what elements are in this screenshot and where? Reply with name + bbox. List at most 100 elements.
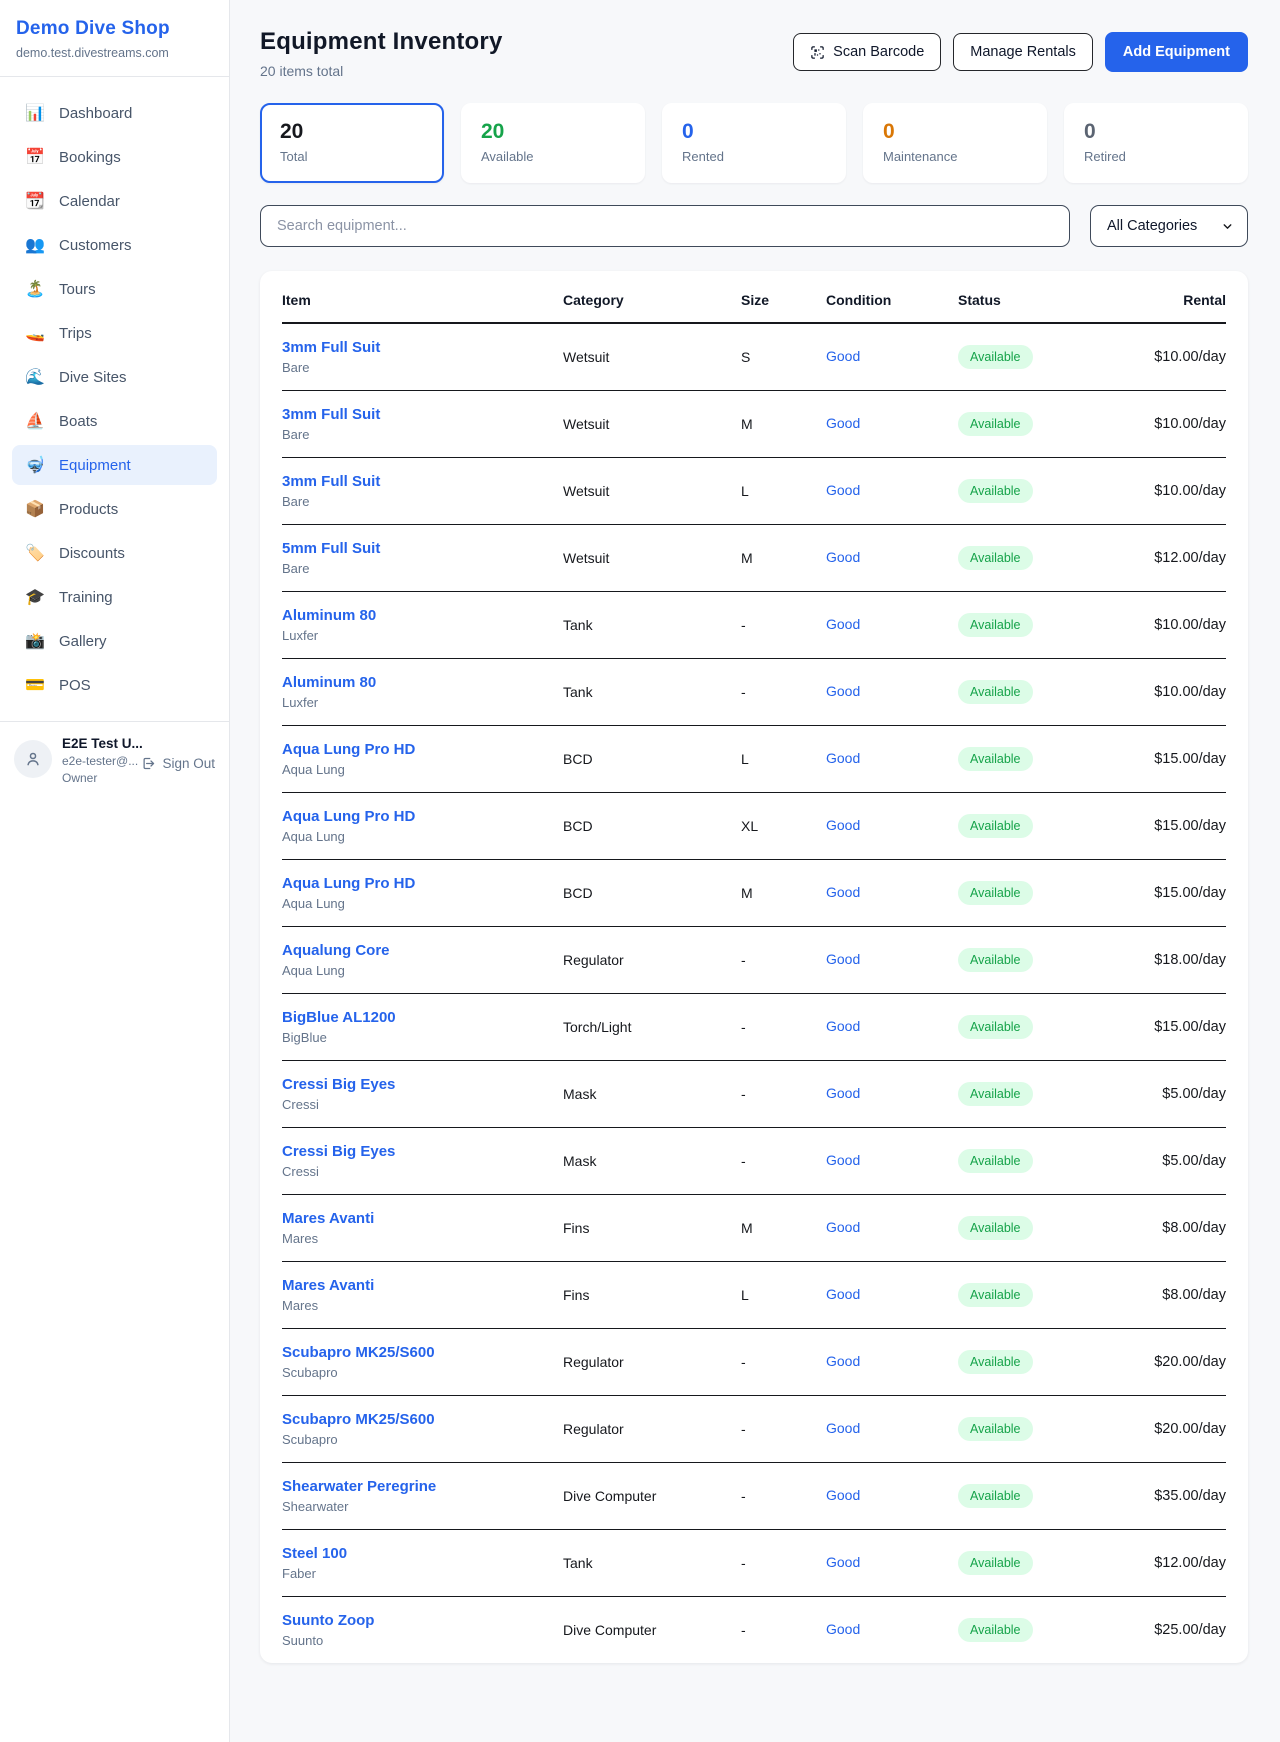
column-header-item[interactable]: Item xyxy=(282,271,563,323)
condition-link[interactable]: Good xyxy=(826,1018,860,1034)
condition-link[interactable]: Good xyxy=(826,1621,860,1637)
condition-link[interactable]: Good xyxy=(826,348,860,364)
item-name-link[interactable]: Mares Avanti xyxy=(282,1277,563,1294)
size-cell: L xyxy=(741,1262,826,1329)
stat-card-rented[interactable]: 0Rented xyxy=(662,103,846,183)
sidebar-item-dive-sites[interactable]: 🌊Dive Sites xyxy=(12,357,217,397)
sidebar-item-pos[interactable]: 💳POS xyxy=(12,665,217,705)
stat-card-available[interactable]: 20Available xyxy=(461,103,645,183)
condition-link[interactable]: Good xyxy=(826,1085,860,1101)
barcode-scan-icon xyxy=(810,45,825,60)
sidebar-item-bookings[interactable]: 📅Bookings xyxy=(12,137,217,177)
condition-link[interactable]: Good xyxy=(826,1487,860,1503)
item-name-link[interactable]: 3mm Full Suit xyxy=(282,339,563,356)
condition-link[interactable]: Good xyxy=(826,549,860,565)
training-icon: 🎓 xyxy=(24,587,46,607)
sidebar-item-trips[interactable]: 🚤Trips xyxy=(12,313,217,353)
table-row[interactable]: Suunto ZoopSuuntoDive Computer-GoodAvail… xyxy=(282,1597,1226,1664)
item-name-link[interactable]: Scubapro MK25/S600 xyxy=(282,1344,563,1361)
table-row[interactable]: Mares AvantiMaresFinsLGoodAvailable$8.00… xyxy=(282,1262,1226,1329)
sidebar-item-calendar[interactable]: 📆Calendar xyxy=(12,181,217,221)
table-row[interactable]: Aqua Lung Pro HDAqua LungBCDMGoodAvailab… xyxy=(282,860,1226,927)
column-header-status[interactable]: Status xyxy=(958,271,1141,323)
table-row[interactable]: Aqualung CoreAqua LungRegulator-GoodAvai… xyxy=(282,927,1226,994)
item-name-link[interactable]: 3mm Full Suit xyxy=(282,406,563,423)
condition-link[interactable]: Good xyxy=(826,750,860,766)
item-name-link[interactable]: Aqua Lung Pro HD xyxy=(282,875,563,892)
sidebar-item-customers[interactable]: 👥Customers xyxy=(12,225,217,265)
item-name-link[interactable]: Cressi Big Eyes xyxy=(282,1143,563,1160)
item-brand: Bare xyxy=(282,360,563,375)
table-row[interactable]: Scubapro MK25/S600ScubaproRegulator-Good… xyxy=(282,1396,1226,1463)
category-cell: Fins xyxy=(563,1195,741,1262)
table-row[interactable]: Cressi Big EyesCressiMask-GoodAvailable$… xyxy=(282,1061,1226,1128)
condition-link[interactable]: Good xyxy=(826,1152,860,1168)
table-row[interactable]: Aqua Lung Pro HDAqua LungBCDLGoodAvailab… xyxy=(282,726,1226,793)
condition-link[interactable]: Good xyxy=(826,1353,860,1369)
table-row[interactable]: Scubapro MK25/S600ScubaproRegulator-Good… xyxy=(282,1329,1226,1396)
scan-barcode-button[interactable]: Scan Barcode xyxy=(793,33,941,71)
manage-rentals-button[interactable]: Manage Rentals xyxy=(953,33,1093,71)
category-filter-select[interactable]: All Categories xyxy=(1090,205,1248,247)
item-name-link[interactable]: Steel 100 xyxy=(282,1545,563,1562)
condition-link[interactable]: Good xyxy=(826,683,860,699)
sign-out-button[interactable]: Sign Out xyxy=(141,756,215,771)
sidebar-item-gallery[interactable]: 📸Gallery xyxy=(12,621,217,661)
item-name-link[interactable]: Aqua Lung Pro HD xyxy=(282,741,563,758)
sidebar-item-equipment[interactable]: 🤿Equipment xyxy=(12,445,217,485)
table-row[interactable]: Aqua Lung Pro HDAqua LungBCDXLGoodAvaila… xyxy=(282,793,1226,860)
brand-name[interactable]: Demo Dive Shop xyxy=(16,18,213,40)
item-name-link[interactable]: Suunto Zoop xyxy=(282,1612,563,1629)
condition-link[interactable]: Good xyxy=(826,1286,860,1302)
condition-link[interactable]: Good xyxy=(826,951,860,967)
table-row[interactable]: 3mm Full SuitBareWetsuitSGoodAvailable$1… xyxy=(282,323,1226,391)
condition-link[interactable]: Good xyxy=(826,1219,860,1235)
stat-card-retired[interactable]: 0Retired xyxy=(1064,103,1248,183)
item-name-link[interactable]: Aqualung Core xyxy=(282,942,563,959)
condition-link[interactable]: Good xyxy=(826,1420,860,1436)
sidebar-item-products[interactable]: 📦Products xyxy=(12,489,217,529)
sidebar-item-boats[interactable]: ⛵Boats xyxy=(12,401,217,441)
table-row[interactable]: Aluminum 80LuxferTank-GoodAvailable$10.0… xyxy=(282,592,1226,659)
item-name-link[interactable]: Aluminum 80 xyxy=(282,674,563,691)
add-equipment-button[interactable]: Add Equipment xyxy=(1105,32,1248,72)
table-row[interactable]: 3mm Full SuitBareWetsuitLGoodAvailable$1… xyxy=(282,458,1226,525)
column-header-rental[interactable]: Rental xyxy=(1141,271,1226,323)
condition-link[interactable]: Good xyxy=(826,817,860,833)
condition-link[interactable]: Good xyxy=(826,884,860,900)
item-name-link[interactable]: Shearwater Peregrine xyxy=(282,1478,563,1495)
category-cell: Wetsuit xyxy=(563,525,741,592)
column-header-size[interactable]: Size xyxy=(741,271,826,323)
table-row[interactable]: Aluminum 80LuxferTank-GoodAvailable$10.0… xyxy=(282,659,1226,726)
sidebar-item-tours[interactable]: 🏝️Tours xyxy=(12,269,217,309)
table-row[interactable]: Mares AvantiMaresFinsMGoodAvailable$8.00… xyxy=(282,1195,1226,1262)
table-row[interactable]: Shearwater PeregrineShearwaterDive Compu… xyxy=(282,1463,1226,1530)
table-row[interactable]: Cressi Big EyesCressiMask-GoodAvailable$… xyxy=(282,1128,1226,1195)
table-row[interactable]: BigBlue AL1200BigBlueTorch/Light-GoodAva… xyxy=(282,994,1226,1061)
column-header-category[interactable]: Category xyxy=(563,271,741,323)
item-name-link[interactable]: Scubapro MK25/S600 xyxy=(282,1411,563,1428)
rental-cell: $5.00/day xyxy=(1141,1128,1226,1195)
condition-link[interactable]: Good xyxy=(826,415,860,431)
rental-cell: $10.00/day xyxy=(1141,323,1226,391)
sidebar-item-training[interactable]: 🎓Training xyxy=(12,577,217,617)
item-name-link[interactable]: 5mm Full Suit xyxy=(282,540,563,557)
table-row[interactable]: 3mm Full SuitBareWetsuitMGoodAvailable$1… xyxy=(282,391,1226,458)
sidebar-item-dashboard[interactable]: 📊Dashboard xyxy=(12,93,217,133)
item-name-link[interactable]: BigBlue AL1200 xyxy=(282,1009,563,1026)
stat-card-maintenance[interactable]: 0Maintenance xyxy=(863,103,1047,183)
column-header-condition[interactable]: Condition xyxy=(826,271,958,323)
stat-card-total[interactable]: 20Total xyxy=(260,103,444,183)
condition-link[interactable]: Good xyxy=(826,616,860,632)
item-name-link[interactable]: Mares Avanti xyxy=(282,1210,563,1227)
item-name-link[interactable]: 3mm Full Suit xyxy=(282,473,563,490)
sidebar-item-discounts[interactable]: 🏷️Discounts xyxy=(12,533,217,573)
item-name-link[interactable]: Aqua Lung Pro HD xyxy=(282,808,563,825)
condition-link[interactable]: Good xyxy=(826,482,860,498)
item-name-link[interactable]: Cressi Big Eyes xyxy=(282,1076,563,1093)
item-name-link[interactable]: Aluminum 80 xyxy=(282,607,563,624)
condition-link[interactable]: Good xyxy=(826,1554,860,1570)
table-row[interactable]: Steel 100FaberTank-GoodAvailable$12.00/d… xyxy=(282,1530,1226,1597)
table-row[interactable]: 5mm Full SuitBareWetsuitMGoodAvailable$1… xyxy=(282,525,1226,592)
search-input[interactable] xyxy=(260,205,1070,247)
